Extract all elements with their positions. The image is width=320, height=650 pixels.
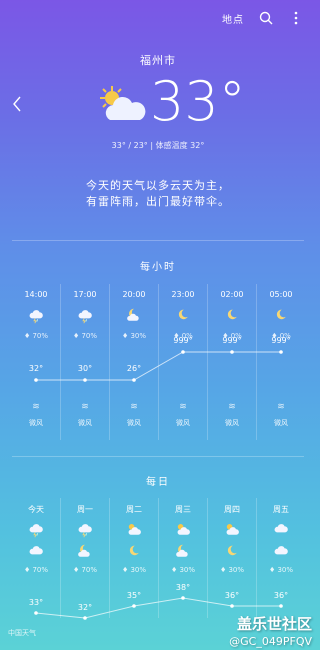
daily-temp-point xyxy=(279,604,283,608)
daily-temp-line xyxy=(34,596,283,620)
daily-temp-point xyxy=(230,604,234,608)
watermark-title: 盖乐世社区 xyxy=(236,615,312,633)
daily-temp-point xyxy=(34,611,38,615)
weather-provider-logo: 中国天气 xyxy=(8,629,36,637)
watermark-handle: @GC_049PFQV xyxy=(229,635,312,648)
daily-temp-point xyxy=(181,596,185,600)
daily-temp-point xyxy=(83,616,87,620)
daily-temp-point xyxy=(132,604,136,608)
